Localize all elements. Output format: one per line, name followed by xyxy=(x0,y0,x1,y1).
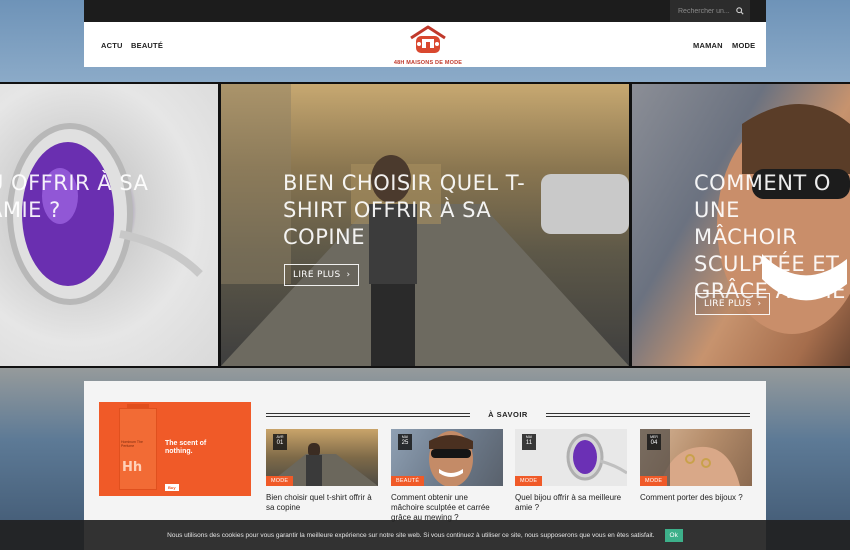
nav-item-beaute[interactable]: BEAUTÉ xyxy=(131,41,163,50)
category-badge[interactable]: MODE xyxy=(640,476,668,486)
date-badge: MER 04 xyxy=(647,434,661,450)
featured-slider: U OFFRIR À SA AMIE ? BIEN CHOISIR QUEL T… xyxy=(0,82,850,368)
ad-banner[interactable]: Hominum The Perfume Hh The scent of noth… xyxy=(99,402,251,496)
card-image[interactable]: MER 04 MODE xyxy=(640,429,752,486)
header: ACTU BEAUTÉ 48H MAISONS DE MODE MAMAN MO… xyxy=(84,22,766,67)
slide-title[interactable]: BIEN CHOISIR QUEL T- SHIRT OFFRIR À SA C… xyxy=(283,170,525,251)
site-logo[interactable]: 48H MAISONS DE MODE xyxy=(390,24,466,66)
cookie-bar: Nous utilisons des cookies pour vous gar… xyxy=(0,520,850,550)
category-badge[interactable]: MODE xyxy=(515,476,543,486)
slide-title[interactable]: COMMENT O UNE MÂCHOIR SCULPTÉE ET GRÂCE … xyxy=(694,170,850,305)
article-card[interactable]: MAI 25 BEAUTÉ Comment obtenir une mâchoi… xyxy=(391,429,503,523)
ad-bottle xyxy=(119,408,157,490)
card-image[interactable]: MAI 25 BEAUTÉ xyxy=(391,429,503,486)
cookie-ok-button[interactable]: Ok xyxy=(664,528,683,542)
chevron-right-icon: › xyxy=(757,299,762,309)
slide-ring[interactable]: U OFFRIR À SA AMIE ? xyxy=(0,84,218,366)
article-card[interactable]: MAI 11 MODE Quel bijou offrir à sa meill… xyxy=(515,429,627,513)
heading-divider xyxy=(546,413,750,417)
date-badge: MAI 25 xyxy=(398,434,412,450)
slide-title[interactable]: U OFFRIR À SA AMIE ? xyxy=(0,170,148,224)
nav-item-mode[interactable]: MODE xyxy=(732,41,755,50)
article-card[interactable]: AVR 01 MODE Bien choisir quel t-shirt of… xyxy=(266,429,378,513)
section-title: À SAVOIR xyxy=(488,410,528,419)
house-logo-icon xyxy=(410,25,446,53)
top-bar xyxy=(84,0,766,22)
date-badge: AVR 01 xyxy=(273,434,287,450)
search-icon[interactable] xyxy=(730,0,750,22)
read-more-button[interactable]: LIRE PLUS › xyxy=(284,264,360,286)
chevron-right-icon: › xyxy=(346,270,351,280)
nav-item-maman[interactable]: MAMAN xyxy=(693,41,723,50)
card-title[interactable]: Comment porter des bijoux ? xyxy=(640,493,752,503)
ad-tagline: The scent of nothing. xyxy=(165,440,207,455)
card-title[interactable]: Quel bijou offrir à sa meilleure amie ? xyxy=(515,493,627,513)
section-heading: À SAVOIR xyxy=(266,410,750,420)
card-image[interactable]: AVR 01 MODE xyxy=(266,429,378,486)
search-input[interactable] xyxy=(670,0,730,22)
slide-jaw[interactable]: COMMENT O UNE MÂCHOIR SCULPTÉE ET GRÂCE … xyxy=(632,84,850,366)
ad-small-text: Hominum The Perfume xyxy=(121,440,143,448)
read-more-button[interactable]: LIRE PLUS › xyxy=(695,293,771,315)
ring-image xyxy=(7,123,203,305)
card-title[interactable]: Comment obtenir une mâchoire sculptée et… xyxy=(391,493,503,523)
ad-buy-button[interactable]: Buy xyxy=(165,484,179,491)
card-image[interactable]: MAI 11 MODE xyxy=(515,429,627,486)
card-title[interactable]: Bien choisir quel t-shirt offrir à sa co… xyxy=(266,493,378,513)
slide-tshirt[interactable]: BIEN CHOISIR QUEL T- SHIRT OFFRIR À SA C… xyxy=(221,84,629,366)
search-box xyxy=(670,0,750,22)
heading-divider xyxy=(266,413,470,417)
ad-brand: Hh xyxy=(122,460,143,475)
category-badge[interactable]: MODE xyxy=(266,476,294,486)
logo-text: 48H MAISONS DE MODE xyxy=(393,60,463,66)
date-badge: MAI 11 xyxy=(522,434,536,450)
cookie-text: Nous utilisons des cookies pour vous gar… xyxy=(167,531,655,539)
category-badge[interactable]: BEAUTÉ xyxy=(391,476,425,486)
nav-item-actu[interactable]: ACTU xyxy=(101,41,123,50)
article-card[interactable]: MER 04 MODE Comment porter des bijoux ? xyxy=(640,429,752,503)
